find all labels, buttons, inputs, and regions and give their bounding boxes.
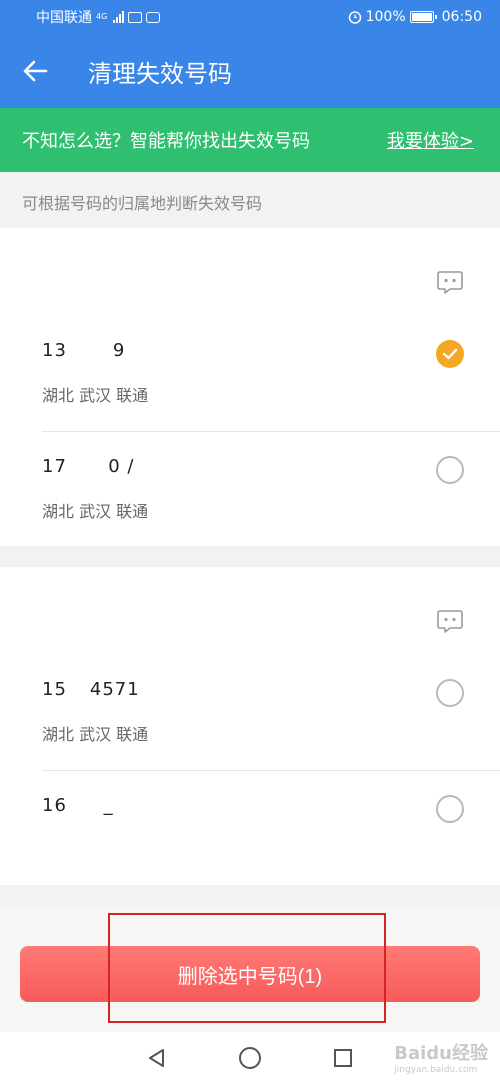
system-nav-bar: Baidu经验 jingyan.baidu.com	[0, 1032, 500, 1083]
contact-group: 13 9 湖北 武汉 联通 17 0 / 湖北 武汉 联通	[0, 228, 500, 546]
page-title: 清理失效号码	[88, 59, 232, 88]
message-icon[interactable]	[436, 268, 464, 296]
nav-recents-button[interactable]	[330, 1045, 356, 1071]
watermark-sub: jingyan.baidu.com	[394, 1065, 478, 1075]
watermark: Baidu经验 jingyan.baidu.com	[394, 1039, 488, 1075]
battery-percent: 100%	[365, 9, 406, 25]
try-it-link[interactable]: 我要体验>	[387, 127, 474, 153]
circle-home-icon	[238, 1046, 261, 1069]
number-row[interactable]: 15 4571 湖北 武汉 联通	[42, 659, 500, 771]
status-bar: 中国联通 4G 100% 06:50	[0, 0, 500, 34]
briefcase-icon	[128, 11, 143, 23]
number-row[interactable]: 13 9 湖北 武汉 联通	[42, 320, 500, 432]
number-row[interactable]: 17 0 / 湖北 武汉 联通	[42, 431, 500, 543]
nav-back-button[interactable]	[144, 1045, 170, 1071]
back-button[interactable]	[0, 34, 70, 108]
phone-number: 15 4571	[42, 679, 140, 700]
app-notification-icon	[146, 11, 161, 23]
alarm-icon	[348, 11, 361, 24]
status-right: 100% 06:50	[348, 9, 482, 25]
hint-text: 可根据号码的归属地判断失效号码	[22, 194, 263, 213]
arrow-left-icon	[23, 60, 48, 82]
contact-name	[42, 611, 59, 632]
banner-text: 不知怎么选？智能帮你找出失效号码	[22, 131, 310, 152]
square-recents-icon	[334, 1048, 353, 1067]
triangle-back-icon	[148, 1048, 164, 1067]
network-type: 4G	[96, 12, 108, 21]
select-checkbox[interactable]	[436, 456, 464, 484]
carrier-label: 中国联通	[36, 10, 92, 26]
nav-home-button[interactable]	[237, 1045, 263, 1071]
phone-number: 16 _	[42, 795, 114, 816]
phone-number: 17 0 /	[42, 456, 135, 477]
checkmark-icon	[442, 348, 458, 360]
number-location: 湖北 武汉 联通	[42, 725, 149, 744]
contact-name	[42, 278, 59, 299]
number-row[interactable]: 16 _	[42, 770, 500, 882]
select-checkbox[interactable]	[436, 340, 464, 368]
watermark-text: Baidu经验	[394, 1043, 488, 1064]
contact-group: 15 4571 湖北 武汉 联通 16 _	[0, 567, 500, 885]
select-checkbox[interactable]	[436, 795, 464, 823]
status-left: 中国联通 4G	[36, 7, 161, 27]
message-icon[interactable]	[436, 607, 464, 635]
app-bar: 清理失效号码	[0, 34, 500, 108]
number-location: 湖北 武汉 联通	[42, 386, 149, 405]
clock: 06:50	[441, 9, 482, 25]
select-checkbox[interactable]	[436, 679, 464, 707]
number-location: 湖北 武汉 联通	[42, 502, 149, 521]
delete-selected-button[interactable]: 删除选中号码(1)	[20, 946, 480, 1002]
battery-icon	[409, 11, 437, 23]
phone-number: 13 9	[42, 340, 126, 361]
signal-icon	[113, 11, 125, 23]
smart-select-banner: 不知怎么选？智能帮你找出失效号码 我要体验>	[0, 108, 500, 172]
